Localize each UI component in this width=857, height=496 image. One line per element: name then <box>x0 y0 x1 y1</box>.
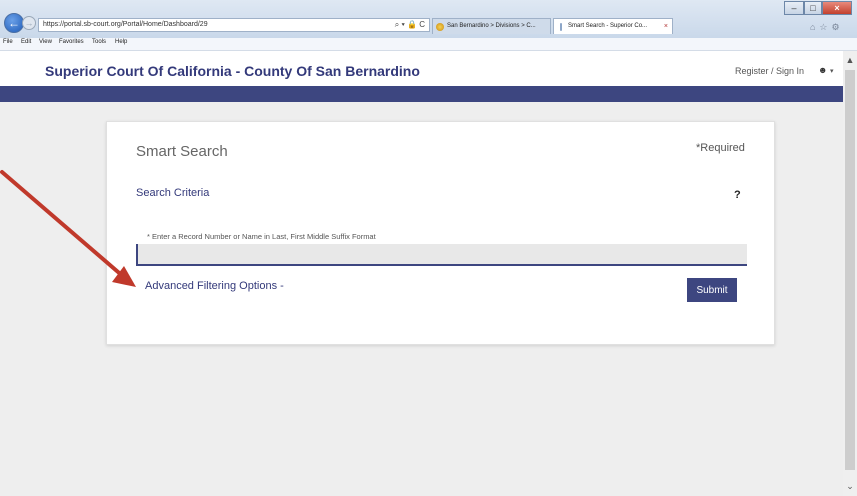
maximize-button[interactable]: □ <box>804 1 822 15</box>
chevron-down-icon[interactable]: ▾ <box>830 67 834 75</box>
advanced-filtering-toggle[interactable]: Advanced Filtering Options - <box>145 280 284 292</box>
back-button[interactable]: ← <box>4 13 24 33</box>
site-title[interactable]: Superior Court Of California - County Of… <box>45 63 420 79</box>
site-header: Superior Court Of California - County Of… <box>0 51 843 86</box>
user-icon[interactable]: ☻ <box>818 65 827 75</box>
forward-button[interactable]: → <box>22 16 36 30</box>
window-close-button[interactable]: × <box>822 1 852 15</box>
favicon-icon <box>436 23 444 31</box>
smart-search-card: Smart Search *Required Search Criteria ?… <box>106 121 775 345</box>
menu-file[interactable]: File <box>3 39 13 45</box>
tab-close-icon[interactable]: × <box>664 19 668 34</box>
tab-label: Smart Search - Superior Co... <box>568 23 648 29</box>
search-field-label: * Enter a Record Number or Name in Last,… <box>147 232 376 241</box>
submit-button[interactable]: Submit <box>687 278 737 302</box>
required-note: *Required <box>696 142 745 154</box>
address-url: https://portal.sb-court.org/Portal/Home/… <box>43 21 208 28</box>
home-favorites-settings-icons[interactable]: ⌂☆⚙ <box>810 22 844 33</box>
forward-arrow-icon: → <box>24 18 34 28</box>
menu-tools[interactable]: Tools <box>92 39 106 45</box>
nav-band <box>0 86 843 102</box>
scrollbar-thumb[interactable] <box>845 70 855 470</box>
card-title: Smart Search <box>136 143 228 160</box>
help-icon[interactable]: ? <box>734 189 741 201</box>
favicon-icon <box>560 23 562 31</box>
menu-favorites[interactable]: Favorites <box>59 39 84 45</box>
menu-bar: File Edit View Favorites Tools Help <box>0 38 857 51</box>
search-input[interactable] <box>136 244 747 266</box>
browser-tab-smart-search[interactable]: Smart Search - Superior Co... × <box>553 18 673 34</box>
browser-tab-divisions[interactable]: San Bernardino > Divisions > C... <box>432 18 551 34</box>
search-criteria-heading: Search Criteria <box>136 187 210 199</box>
tab-label: San Bernardino > Divisions > C... <box>447 23 536 29</box>
scroll-up-icon[interactable]: ▲ <box>843 55 857 65</box>
minimize-button[interactable]: – <box>784 1 804 15</box>
scroll-down-icon[interactable]: ⌄ <box>843 480 857 492</box>
menu-help[interactable]: Help <box>115 39 127 45</box>
back-arrow-icon: ← <box>8 16 20 30</box>
address-bar[interactable]: https://portal.sb-court.org/Portal/Home/… <box>38 18 430 32</box>
menu-edit[interactable]: Edit <box>21 39 31 45</box>
register-signin-link[interactable]: Register / Sign In <box>735 66 804 76</box>
menu-view[interactable]: View <box>39 39 52 45</box>
address-bar-icons[interactable]: ⌕ ▾ 🔒 C <box>395 19 425 31</box>
